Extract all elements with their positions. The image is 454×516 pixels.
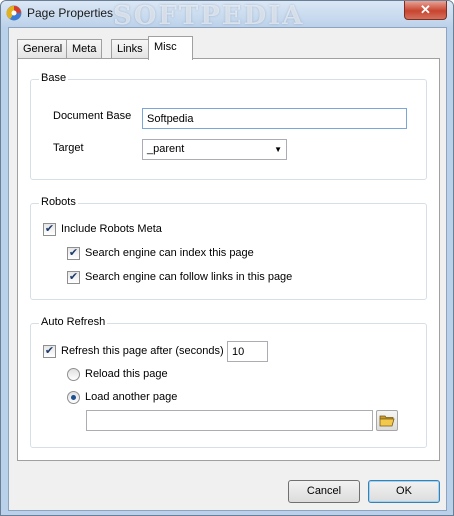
- misc-tab-panel: Base Document Base Target _parent ▼ Robo…: [17, 58, 440, 461]
- can-follow-label: Search engine can follow links in this p…: [85, 271, 293, 283]
- chevron-down-icon: ▼: [274, 145, 282, 154]
- include-robots-meta-checkbox[interactable]: ✔: [43, 223, 56, 236]
- close-button[interactable]: ✕: [404, 1, 447, 20]
- can-index-checkbox[interactable]: ✔: [67, 247, 80, 260]
- target-label: Target: [53, 142, 84, 154]
- document-base-label: Document Base: [53, 110, 132, 122]
- browse-button[interactable]: [376, 410, 398, 431]
- cancel-button[interactable]: Cancel: [288, 480, 360, 503]
- document-base-input[interactable]: [142, 108, 407, 129]
- page-properties-icon: [6, 5, 22, 21]
- base-group: Base Document Base Target _parent ▼: [30, 72, 427, 180]
- target-select-value: _parent: [147, 143, 185, 155]
- page-url-input[interactable]: [86, 410, 373, 431]
- refresh-page-label: Refresh this page after (seconds): [61, 345, 224, 357]
- window-title: Page Properties: [27, 6, 114, 20]
- tab-misc[interactable]: Misc: [148, 36, 193, 60]
- refresh-page-checkbox[interactable]: ✔: [43, 345, 56, 358]
- load-another-page-label: Load another page: [85, 391, 178, 403]
- include-robots-meta-label: Include Robots Meta: [61, 223, 162, 235]
- folder-open-icon: [379, 415, 395, 427]
- can-index-label: Search engine can index this page: [85, 247, 254, 259]
- dialog-body: General Meta Links Misc Base Document Ba…: [8, 27, 447, 511]
- refresh-seconds-input[interactable]: [227, 341, 268, 362]
- load-another-page-radio[interactable]: [67, 391, 80, 404]
- title-bar: Page Properties SOFTPEDIA ✕: [1, 1, 453, 31]
- auto-refresh-group: Auto Refresh ✔ Refresh this page after (…: [30, 316, 427, 448]
- tab-meta[interactable]: Meta: [66, 39, 103, 59]
- tab-links[interactable]: Links: [111, 39, 149, 59]
- reload-page-radio[interactable]: [67, 368, 80, 381]
- robots-group: Robots ✔ Include Robots Meta ✔ Search en…: [30, 196, 427, 300]
- auto-refresh-group-title: Auto Refresh: [39, 316, 108, 328]
- can-follow-checkbox[interactable]: ✔: [67, 271, 80, 284]
- base-group-title: Base: [39, 72, 69, 84]
- close-icon: ✕: [420, 2, 431, 17]
- ok-button[interactable]: OK: [368, 480, 440, 503]
- target-select[interactable]: _parent ▼: [142, 139, 287, 160]
- tab-general[interactable]: General: [17, 39, 69, 59]
- reload-page-label: Reload this page: [85, 368, 168, 380]
- robots-group-title: Robots: [39, 196, 78, 208]
- dialog-window: Page Properties SOFTPEDIA ✕ General Meta…: [0, 0, 454, 516]
